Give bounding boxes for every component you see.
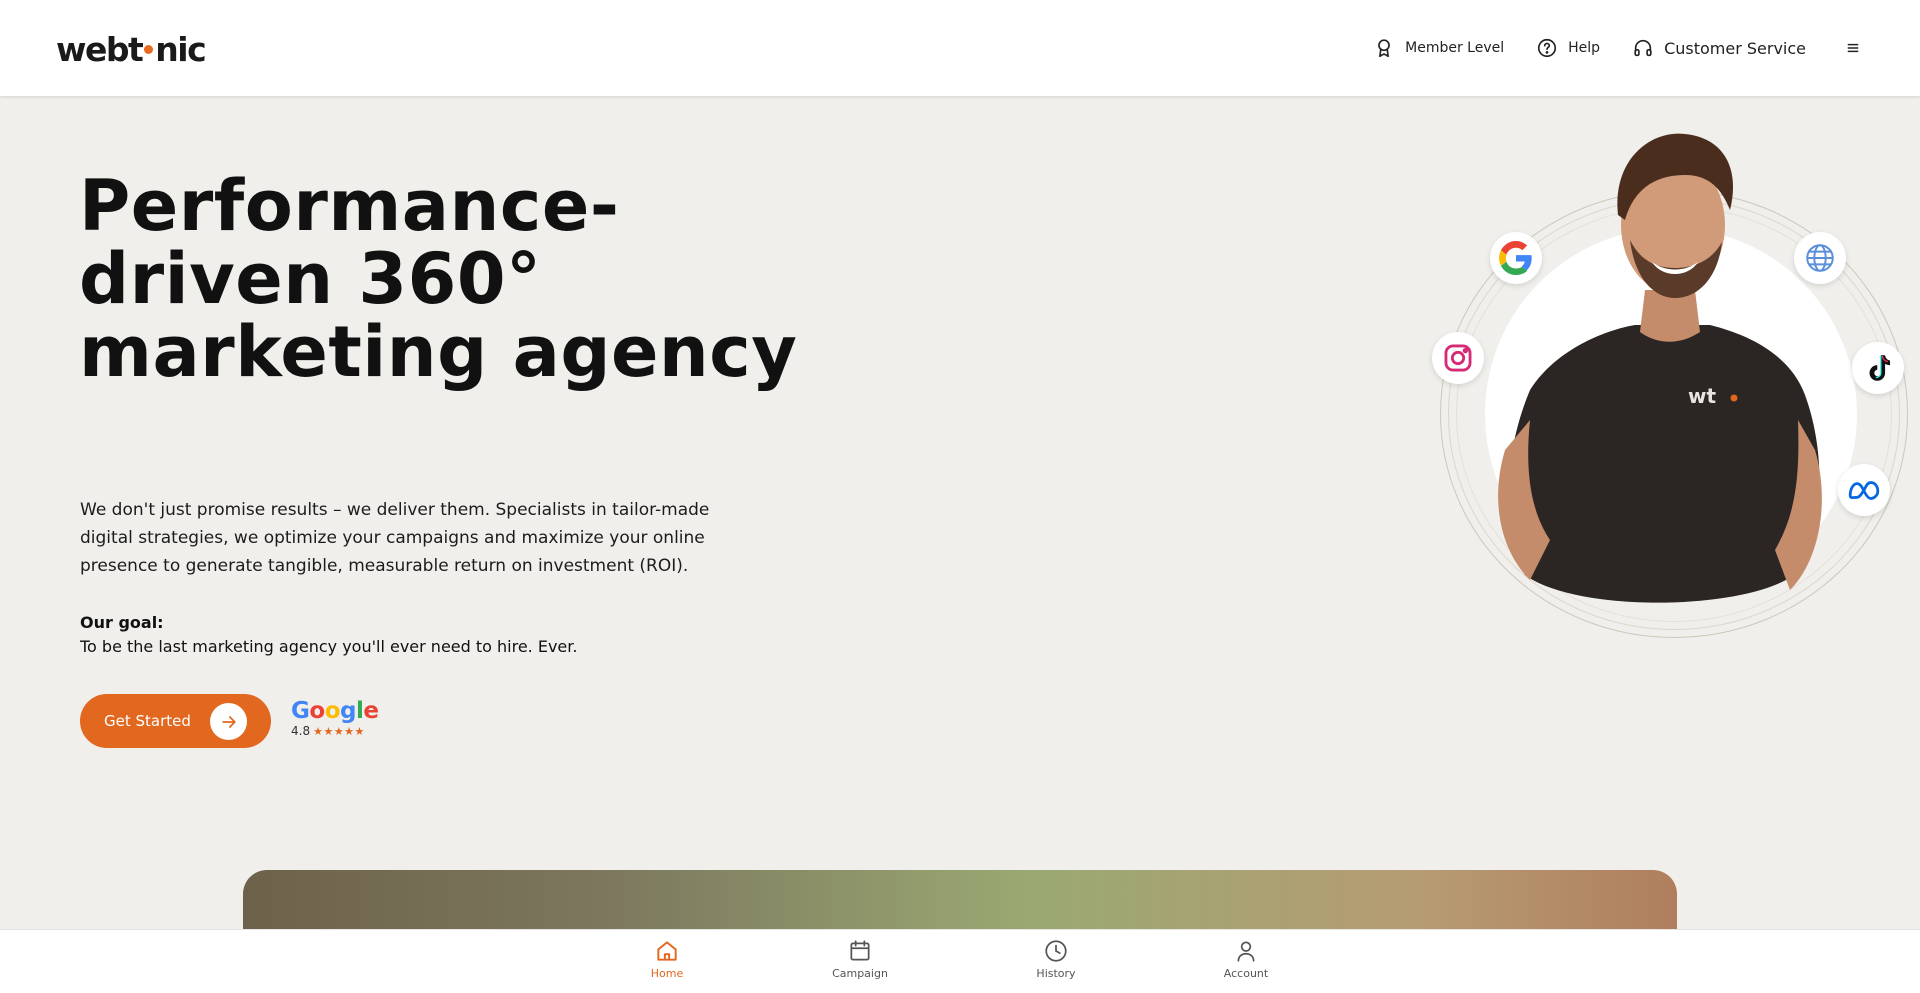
instagram-icon[interactable]	[1432, 332, 1484, 384]
bottom-nav-home-label: Home	[650, 967, 684, 980]
rating-score: 4.8	[291, 724, 311, 738]
hamburger-menu-icon[interactable]	[1842, 37, 1864, 59]
header-nav: Member Level Help Customer Service	[1341, 0, 1864, 96]
goal-label: Our goal:	[80, 613, 164, 632]
google-icon[interactable]	[1490, 232, 1542, 284]
headphones-icon	[1634, 39, 1652, 57]
bottom-nav-account[interactable]: Account	[1201, 938, 1291, 980]
award-icon	[1378, 39, 1391, 58]
nav-help-label: Help	[1568, 40, 1601, 56]
top-header: webt nic Member Level Help Customer Servi…	[0, 0, 1920, 96]
get-started-label: Get Started	[104, 712, 191, 730]
bottom-nav-campaign[interactable]: Campaign	[815, 938, 905, 980]
user-icon	[1237, 941, 1255, 962]
person-photo: wt	[1498, 133, 1822, 603]
hero-portrait: wt	[1430, 120, 1910, 640]
clock-icon	[1045, 940, 1067, 962]
rating-row: 4.8 ★★★★★	[291, 724, 381, 738]
calendar-icon	[850, 940, 870, 961]
nav-customer-service[interactable]: Customer Service	[1632, 37, 1806, 59]
home-icon	[657, 941, 677, 961]
bottom-nav-history-label: History	[1036, 967, 1076, 980]
tiktok-icon[interactable]	[1852, 342, 1904, 394]
hero-description: We don't just promise results – we deliv…	[80, 500, 710, 576]
help-circle-icon	[1538, 38, 1557, 58]
bottom-nav-history[interactable]: History	[1011, 938, 1101, 980]
meta-icon[interactable]	[1838, 464, 1890, 516]
get-started-button[interactable]: Get Started	[80, 694, 271, 748]
arrow-right-icon	[210, 703, 247, 740]
brand-logo[interactable]: webt nic	[56, 30, 207, 69]
nav-member-level-label: Member Level	[1405, 40, 1505, 56]
nav-member-level[interactable]: Member Level	[1373, 37, 1504, 59]
logo-dot	[144, 45, 154, 54]
nav-help[interactable]: Help	[1536, 37, 1600, 59]
shirt-logo: wt	[1688, 384, 1716, 408]
bottom-nav-home[interactable]: Home	[622, 938, 712, 980]
goal-text: To be the last marketing agency you'll e…	[80, 637, 578, 656]
hero-title: Performance-driven 360° marketing agency	[79, 165, 798, 393]
bottom-nav-campaign-label: Campaign	[832, 967, 888, 980]
google-rating-badge[interactable]: Google 4.8 ★★★★★	[291, 698, 381, 746]
star-rating-icon: ★★★★★	[313, 724, 365, 738]
globe-icon[interactable]	[1794, 232, 1846, 284]
nav-customer-service-label: Customer Service	[1664, 38, 1806, 58]
bottom-nav-account-label: Account	[1223, 967, 1269, 980]
bottom-nav-bar: Home Campaign History Account	[0, 929, 1920, 993]
google-wordmark: Google	[291, 698, 379, 724]
